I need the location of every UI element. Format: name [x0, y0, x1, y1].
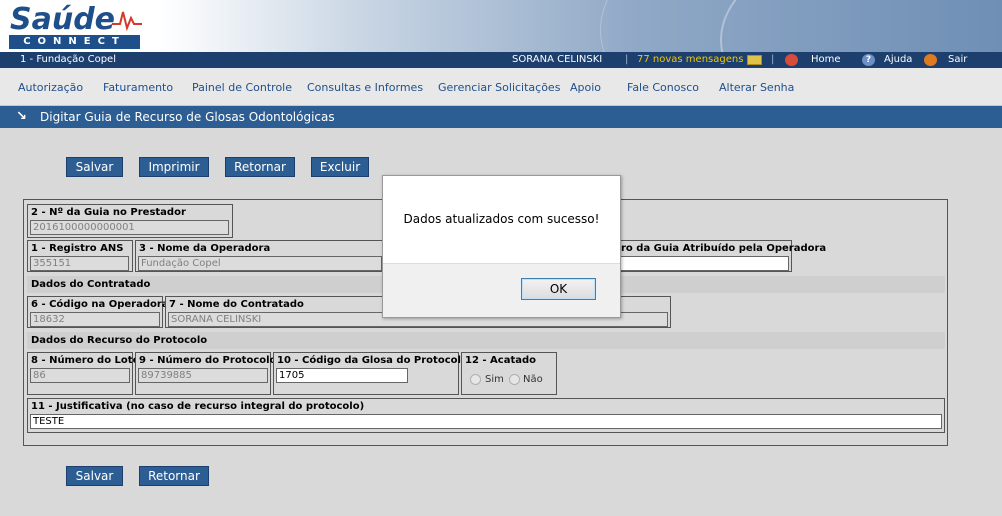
menu-item-contato[interactable]: Fale Conosco: [627, 81, 699, 94]
info-bar: 1 - Fundação Copel SORANA CELINSKI | 77 …: [0, 52, 1002, 68]
ok-button[interactable]: OK: [521, 278, 596, 300]
field-label: 3 - Nome da Operadora: [139, 243, 271, 254]
menu-item-faturamento[interactable]: Faturamento: [103, 81, 173, 94]
menu-item-consultas[interactable]: Consultas e Informes: [307, 81, 423, 94]
separator: |: [771, 54, 775, 65]
field-label: 10 - Código da Glosa do Protocolo: [277, 355, 468, 366]
messages-link[interactable]: 77 novas mensagens: [637, 52, 743, 68]
field-guia-operadora: ro da Guia Atribuído pela Operadora: [602, 240, 826, 272]
field-guia-prestador: 2 - Nº da Guia no Prestador 201610000000…: [27, 204, 233, 238]
field-numero-lote: 8 - Número do Lote 86: [27, 352, 139, 395]
field-justificativa: 11 - Justificativa (no caso de recurso i…: [27, 398, 945, 433]
organization-label: 1 - Fundação Copel: [20, 54, 116, 65]
radio-label: Não: [523, 374, 543, 385]
field-codigo-glosa: 10 - Código da Glosa do Protocolo 1705: [273, 352, 468, 395]
pulse-icon: [112, 11, 142, 32]
save-button[interactable]: Salvar: [66, 157, 123, 177]
field-label: 2 - Nº da Guia no Prestador: [31, 207, 186, 218]
codigo-operadora-input[interactable]: 18632: [30, 312, 160, 327]
mail-icon[interactable]: [747, 55, 762, 65]
guia-operadora-input[interactable]: [605, 256, 789, 271]
justificativa-input[interactable]: TESTE: [30, 414, 942, 429]
section-header-protocolo: Dados do Recurso do Protocolo: [27, 332, 945, 349]
menu-item-painel[interactable]: Painel de Controle: [192, 81, 292, 94]
field-codigo-operadora: 6 - Código na Operadora 18632: [27, 296, 169, 328]
header-banner: Saúde CONNECT: [0, 0, 1002, 52]
logo-subtitle: CONNECT: [9, 35, 140, 49]
page-title-bar: ↘ Digitar Guia de Recurso de Glosas Odon…: [0, 106, 1002, 128]
dialog-footer: OK: [383, 263, 620, 317]
exit-icon[interactable]: [924, 54, 937, 66]
field-label: 1 - Registro ANS: [31, 243, 124, 254]
radio-label: Sim: [485, 374, 504, 385]
separator: |: [625, 54, 629, 65]
back-button[interactable]: Retornar: [225, 157, 295, 177]
logo-title: Saúde: [10, 2, 116, 37]
back-button-bottom[interactable]: Retornar: [139, 466, 209, 486]
menu-item-apoio[interactable]: Apoio: [570, 81, 601, 94]
menu-item-solicitacoes[interactable]: Gerenciar Solicitações: [438, 81, 560, 94]
numero-lote-input[interactable]: 86: [30, 368, 130, 383]
field-registro-ans: 1 - Registro ANS 355151: [27, 240, 133, 272]
menu-item-autorizacao[interactable]: Autorização: [18, 81, 83, 94]
user-name: SORANA CELINSKI: [512, 54, 603, 65]
field-label: 12 - Acatado: [465, 355, 537, 366]
field-numero-protocolo: 9 - Número do Protocolo 89739885: [135, 352, 276, 395]
arrow-down-right-icon: ↘: [16, 109, 27, 124]
help-icon[interactable]: ?: [862, 54, 875, 66]
home-link[interactable]: Home: [811, 52, 841, 68]
registro-ans-input[interactable]: 355151: [30, 256, 129, 271]
field-nome-operadora: 3 - Nome da Operadora Fundação Copel: [135, 240, 385, 272]
delete-button[interactable]: Excluir: [311, 157, 369, 177]
field-label: 8 - Número do Lote: [31, 355, 140, 366]
menu-item-senha[interactable]: Alterar Senha: [719, 81, 794, 94]
banner-decoration: [600, 0, 1002, 52]
success-dialog: Dados atualizados com sucesso! OK: [382, 175, 621, 318]
main-menu: Autorização Faturamento Painel de Contro…: [0, 68, 1002, 106]
codigo-glosa-input[interactable]: 1705: [276, 368, 408, 383]
field-acatado: 12 - Acatado Sim Não: [461, 352, 557, 395]
nome-operadora-input[interactable]: Fundação Copel: [138, 256, 382, 271]
field-label: 11 - Justificativa (no caso de recurso i…: [31, 401, 365, 412]
exit-link[interactable]: Sair: [948, 52, 967, 68]
page-title: Digitar Guia de Recurso de Glosas Odonto…: [40, 110, 335, 124]
save-button-bottom[interactable]: Salvar: [66, 466, 123, 486]
acatado-sim-radio[interactable]: [470, 374, 481, 385]
acatado-nao-radio[interactable]: [509, 374, 520, 385]
print-button[interactable]: Imprimir: [139, 157, 209, 177]
field-label: ro da Guia Atribuído pela Operadora: [621, 243, 827, 254]
field-label: 9 - Número do Protocolo: [139, 355, 277, 366]
field-label: 7 - Nome do Contratado: [169, 299, 304, 310]
guia-prestador-input[interactable]: 2016100000000001: [30, 220, 229, 235]
numero-protocolo-input[interactable]: 89739885: [138, 368, 268, 383]
home-icon[interactable]: [785, 54, 798, 66]
help-link[interactable]: Ajuda: [884, 52, 912, 68]
dialog-message: Dados atualizados com sucesso!: [403, 212, 600, 226]
field-label: 6 - Código na Operadora: [31, 299, 169, 310]
